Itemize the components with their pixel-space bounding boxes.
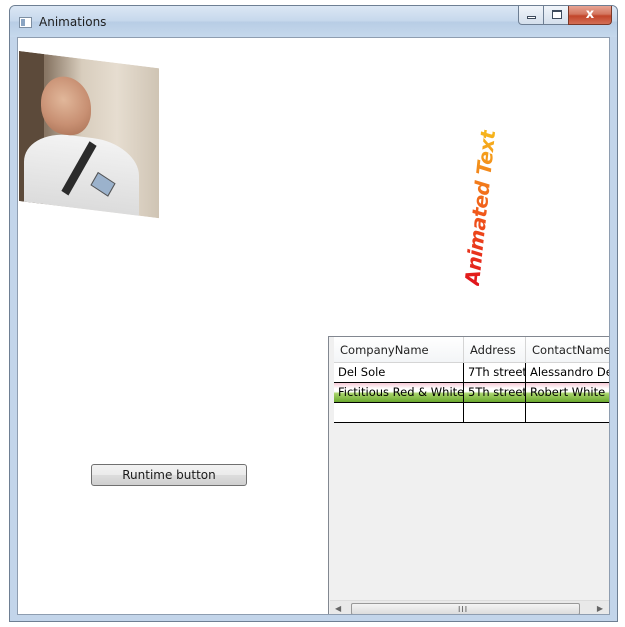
scroll-right-icon[interactable]: ▶ [597,604,603,613]
data-grid[interactable]: CompanyName Address ContactName Del Sole… [328,336,609,614]
window-title: Animations [39,15,107,29]
horizontal-scrollbar[interactable]: ◀ III ▶ [330,600,609,614]
animated-text: Animated Text [460,128,501,287]
table-row[interactable]: Fictitious Red & White 5Th street Robert… [334,383,609,403]
grid-cell[interactable]: Robert White [526,383,609,403]
close-icon: x [585,7,595,22]
grid-cell[interactable] [334,403,464,423]
table-row[interactable]: Del Sole 7Th street Alessandro Del S [334,363,609,383]
app-window: Animations x Animated Text Runtime butto… [9,5,618,622]
minimize-icon [527,16,536,19]
grid-cell[interactable]: Del Sole [334,363,464,383]
grid-cell[interactable] [526,403,609,423]
data-grid-rows: CompanyName Address ContactName Del Sole… [334,337,609,423]
column-header-companyname[interactable]: CompanyName [334,337,464,363]
runtime-button[interactable]: Runtime button [91,464,247,486]
new-row[interactable] [334,403,609,423]
minimize-button[interactable] [518,6,544,25]
maximize-icon [552,10,562,19]
grid-cell[interactable]: 7Th street [464,363,526,383]
scroll-left-icon[interactable]: ◀ [335,604,341,613]
grid-cell[interactable] [464,403,526,423]
grid-cell[interactable]: Fictitious Red & White [334,383,464,403]
grid-cell[interactable]: Alessandro Del S [526,363,609,383]
scrollbar-thumb[interactable]: III [351,603,580,614]
column-header-address[interactable]: Address [464,337,526,363]
scrollbar-grip: III [458,605,469,614]
grid-cell[interactable]: 5Th street [464,383,526,403]
close-button[interactable]: x [568,6,612,25]
grid-header-row: CompanyName Address ContactName [334,337,609,363]
person-photo [19,51,159,219]
window-icon[interactable] [19,17,32,28]
title-bar[interactable]: Animations x [10,6,617,37]
animated-photo [19,51,159,219]
window-client-area: Animated Text Runtime button CompanyName… [17,37,610,615]
maximize-button[interactable] [543,6,569,25]
column-header-contactname[interactable]: ContactName [526,337,609,363]
